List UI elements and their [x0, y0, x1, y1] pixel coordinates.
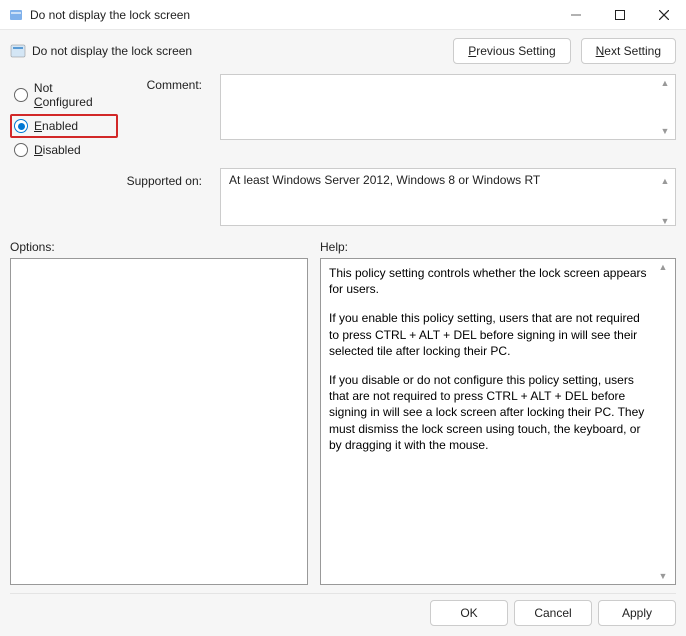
- help-paragraph: If you enable this policy setting, users…: [329, 310, 649, 359]
- options-label: Options:: [10, 240, 308, 254]
- main-panels: This policy setting controls whether the…: [10, 258, 676, 585]
- help-paragraph: If you disable or do not configure this …: [329, 372, 649, 453]
- supported-on-label: Supported on:: [10, 174, 208, 188]
- policy-icon: [10, 43, 26, 59]
- supported-on-field: At least Windows Server 2012, Windows 8 …: [220, 168, 676, 226]
- radio-enabled[interactable]: Enabled: [10, 114, 118, 138]
- setting-title: Do not display the lock screen: [32, 44, 192, 58]
- minimize-button[interactable]: [554, 0, 598, 30]
- config-row: Not Configured Enabled Disabled Comment:…: [10, 74, 676, 162]
- scroll-up-icon[interactable]: ▲: [659, 175, 671, 187]
- next-setting-button[interactable]: Next Setting: [581, 38, 676, 64]
- supported-on-text: At least Windows Server 2012, Windows 8 …: [229, 173, 540, 187]
- comment-scrollbar: ▲ ▼: [659, 75, 673, 139]
- titlebar: Do not display the lock screen: [0, 0, 686, 30]
- maximize-button[interactable]: [598, 0, 642, 30]
- scroll-down-icon[interactable]: ▼: [659, 125, 671, 137]
- scroll-down-icon[interactable]: ▼: [657, 570, 669, 582]
- radio-not-configured[interactable]: Not Configured: [10, 76, 118, 114]
- help-label: Help:: [320, 240, 348, 254]
- apply-button[interactable]: Apply: [598, 600, 676, 626]
- radio-disabled[interactable]: Disabled: [10, 138, 118, 162]
- content-area: Do not display the lock screen Previous …: [0, 30, 686, 636]
- footer-buttons: OK Cancel Apply: [10, 593, 676, 636]
- radio-column: Not Configured Enabled Disabled: [10, 74, 118, 162]
- radio-icon: [14, 143, 28, 157]
- supported-label-col: Supported on:: [10, 168, 208, 226]
- options-panel: [10, 258, 308, 585]
- comment-label-col: Comment:: [130, 74, 208, 162]
- scroll-down-icon[interactable]: ▼: [659, 215, 671, 227]
- supported-scrollbar: ▲ ▼: [659, 173, 673, 229]
- radio-label: Not Configured: [34, 81, 114, 109]
- close-button[interactable]: [642, 0, 686, 30]
- window-title: Do not display the lock screen: [30, 8, 190, 22]
- scroll-up-icon[interactable]: ▲: [657, 261, 669, 273]
- nav-buttons: Previous Setting Next Setting: [453, 38, 676, 64]
- radio-label: Enabled: [34, 119, 78, 133]
- help-paragraph: This policy setting controls whether the…: [329, 265, 649, 297]
- help-scrollbar: ▲ ▼: [657, 259, 675, 584]
- radio-icon: [14, 119, 28, 133]
- radio-label: Disabled: [34, 143, 81, 157]
- comment-label: Comment:: [130, 78, 208, 92]
- panel-labels: Options: Help:: [10, 240, 676, 254]
- help-text: This policy setting controls whether the…: [321, 259, 657, 584]
- window-icon: [8, 7, 24, 23]
- radio-icon: [14, 88, 28, 102]
- cancel-button[interactable]: Cancel: [514, 600, 592, 626]
- comment-textarea[interactable]: ▲ ▼: [220, 74, 676, 140]
- help-panel: This policy setting controls whether the…: [320, 258, 676, 585]
- scroll-up-icon[interactable]: ▲: [659, 77, 671, 89]
- titlebar-controls: [554, 0, 686, 30]
- header-row: Do not display the lock screen Previous …: [10, 38, 676, 64]
- supported-row: Supported on: At least Windows Server 20…: [10, 168, 676, 226]
- previous-setting-button[interactable]: Previous Setting: [453, 38, 570, 64]
- ok-button[interactable]: OK: [430, 600, 508, 626]
